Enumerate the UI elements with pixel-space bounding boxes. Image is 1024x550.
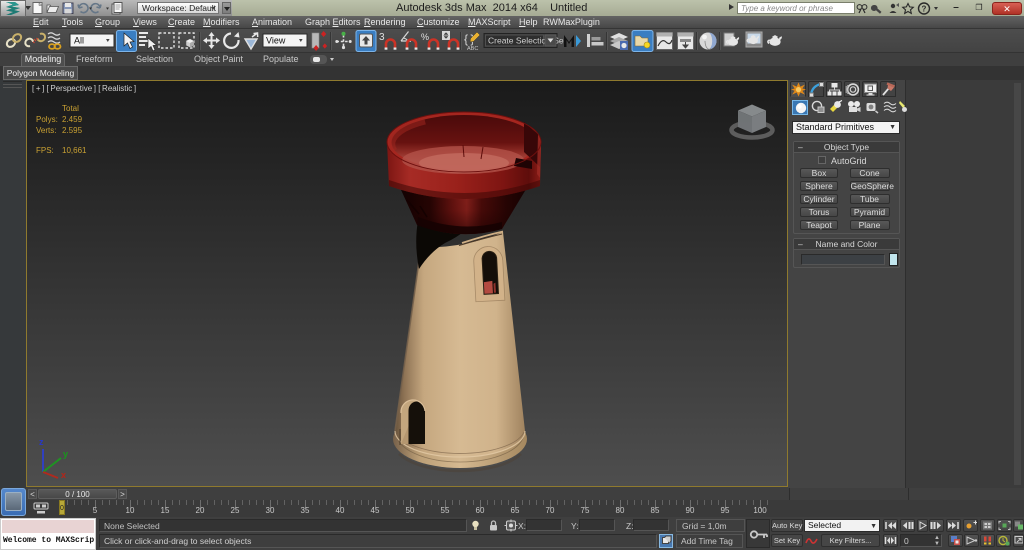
svg-text:%: % [421,32,429,42]
svg-text:y: y [63,449,68,459]
svg-text:?: ? [922,5,927,14]
svg-text:3: 3 [379,32,385,43]
svg-text:View: View [266,36,286,46]
svg-text:z: z [39,437,44,447]
svg-text:x: x [61,470,66,480]
svg-text:ABC: ABC [467,46,478,52]
svg-text:All: All [74,36,84,46]
